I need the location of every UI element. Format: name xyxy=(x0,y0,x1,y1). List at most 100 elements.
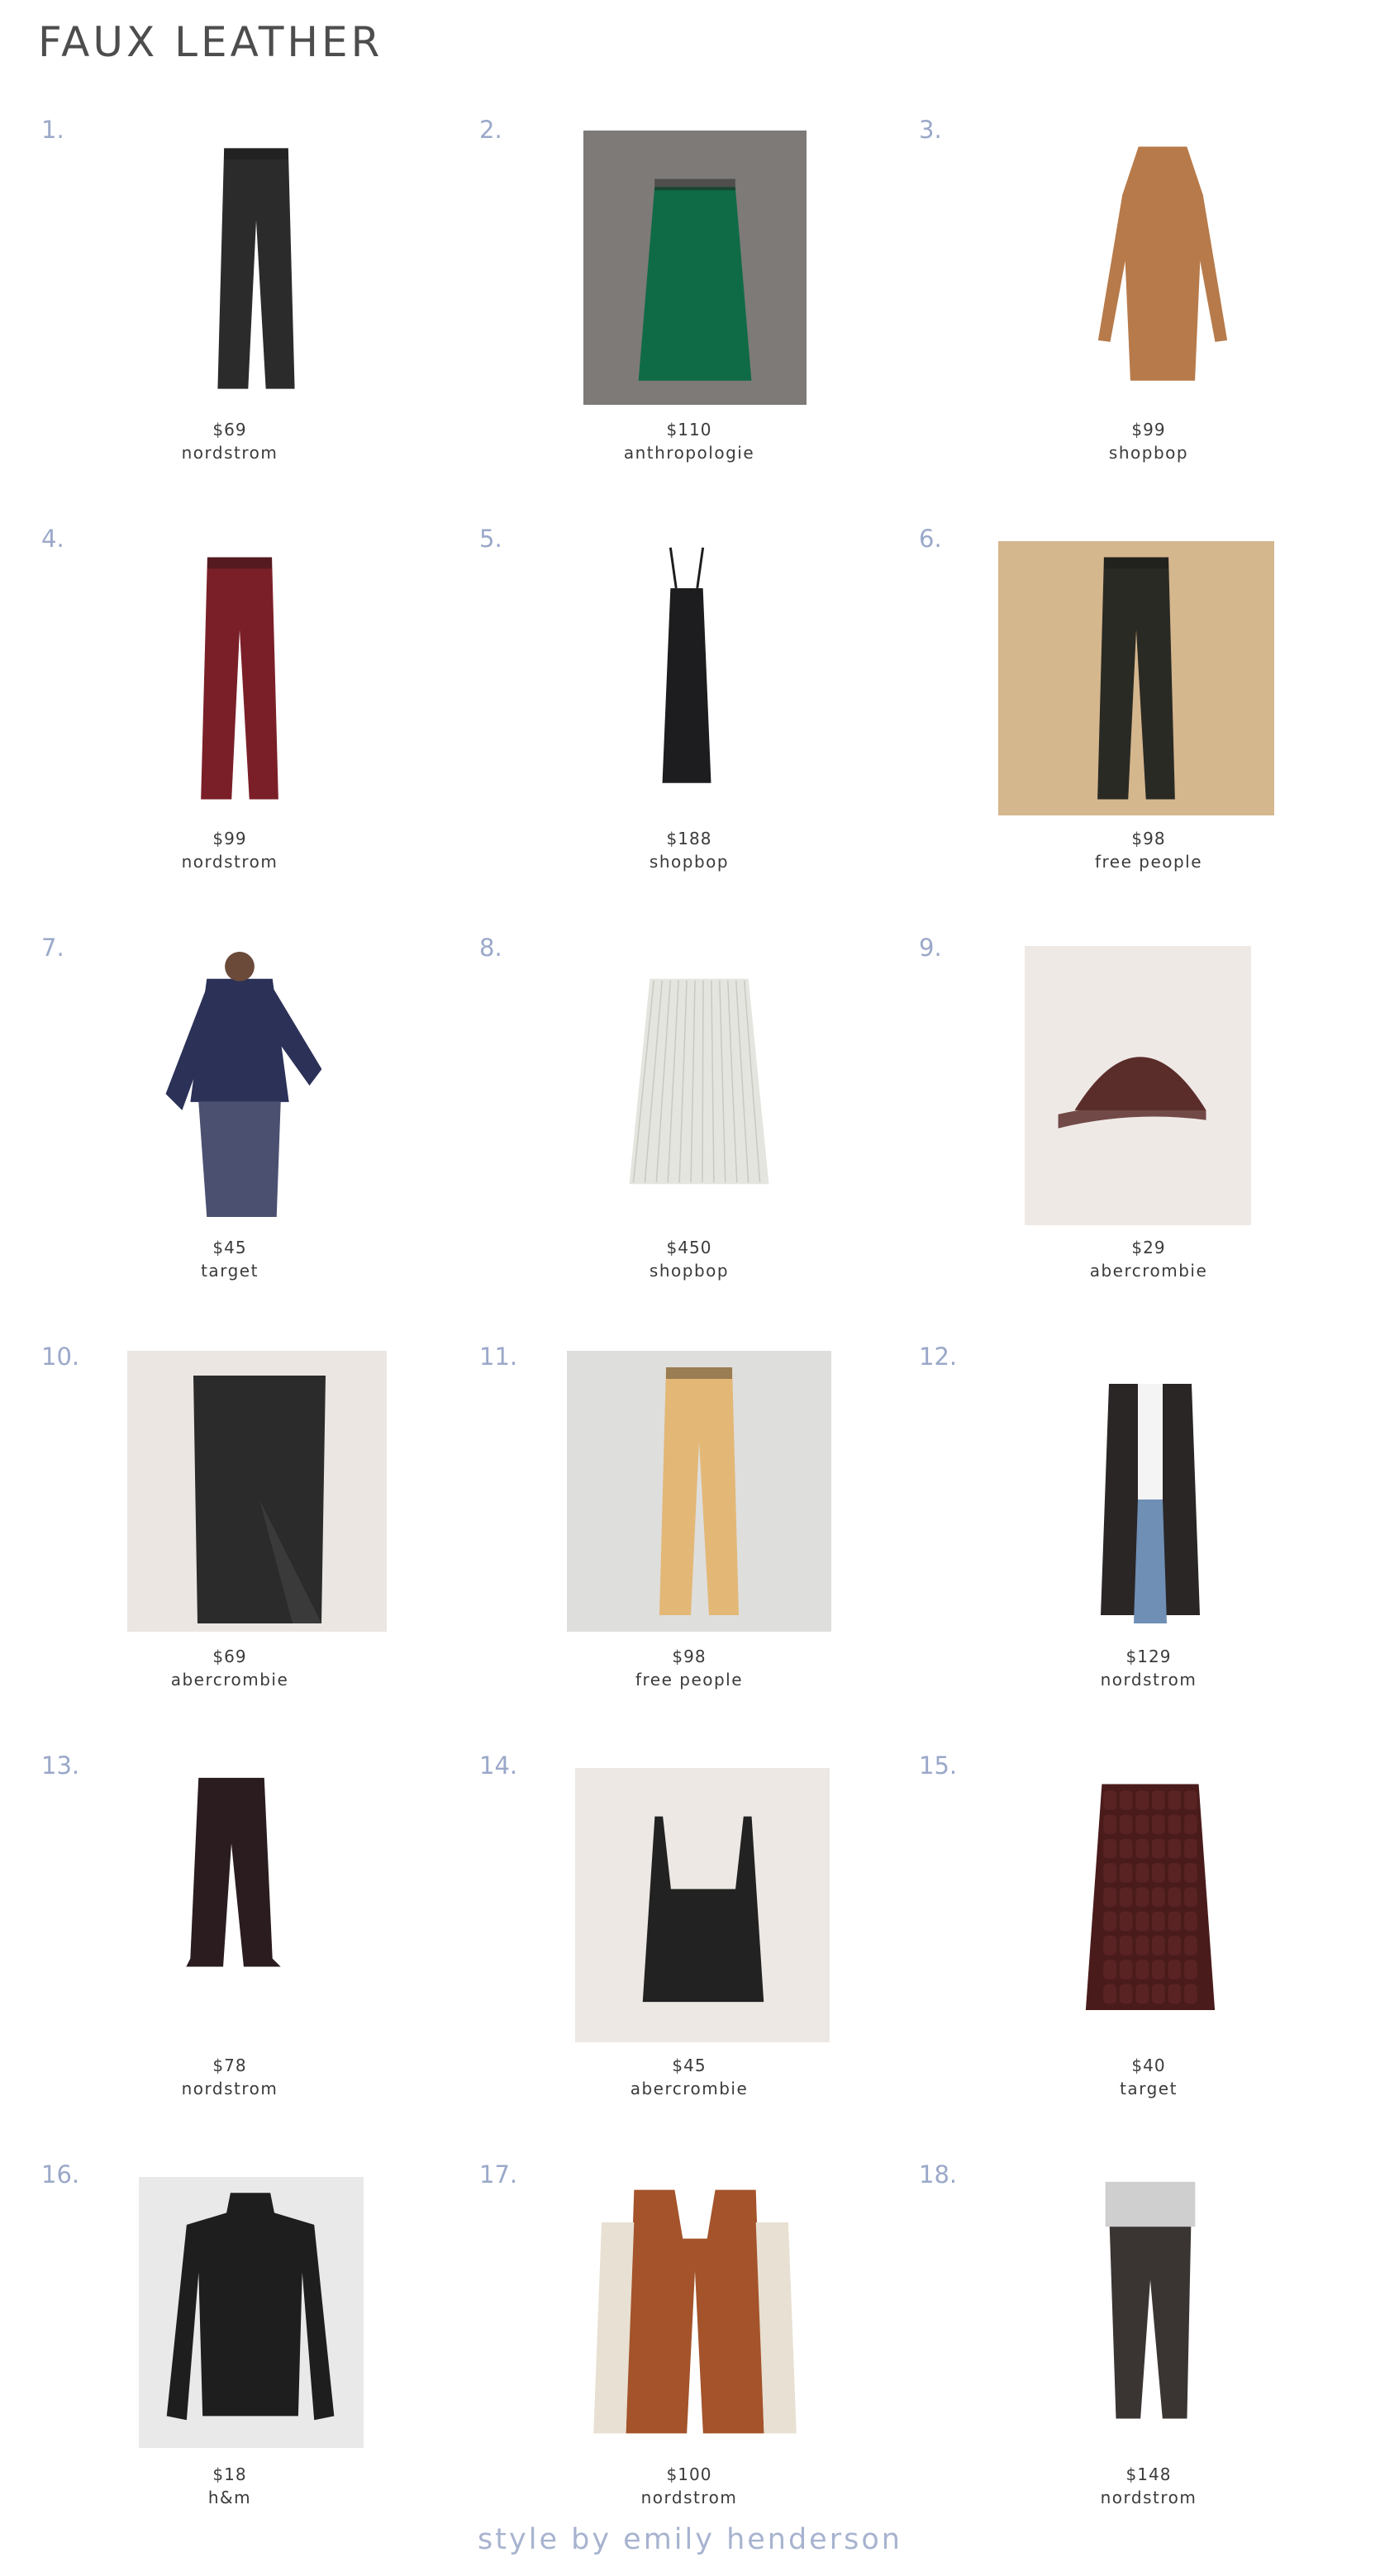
product-image[interactable] xyxy=(1059,1351,1241,1632)
product-image[interactable] xyxy=(140,1761,322,2041)
store-link[interactable]: target xyxy=(0,1261,459,1281)
store-link[interactable]: nordstrom xyxy=(0,443,459,463)
tan-pants-icon xyxy=(659,1367,739,1615)
product-card[interactable]: 8. $450 shopbop xyxy=(459,934,919,1342)
burgundy-trousers-icon xyxy=(201,557,278,800)
product-price: $188 xyxy=(666,829,712,848)
product-image[interactable] xyxy=(1059,2174,1241,2451)
store-link[interactable]: nordstrom xyxy=(919,2488,1378,2507)
store-link[interactable]: h&m xyxy=(0,2488,459,2507)
product-card[interactable]: 15. $40 target xyxy=(919,1751,1378,2160)
product-card[interactable]: 10. $69 abercrombie xyxy=(0,1343,459,1751)
product-card[interactable]: 12. $129 nordstrom xyxy=(919,1343,1378,1751)
flare-pants-icon xyxy=(1097,557,1175,800)
item-number: 4. xyxy=(41,525,64,553)
store-link[interactable]: abercrombie xyxy=(919,1261,1378,1281)
item-number: 14. xyxy=(479,1751,518,1780)
pleated-skirt-icon xyxy=(629,978,769,1185)
product-price: $98 xyxy=(1131,829,1166,848)
croc-midi-skirt-icon xyxy=(1085,1784,1216,2010)
product-card[interactable]: 5. $188 shopbop xyxy=(459,525,919,933)
item-number: 7. xyxy=(41,934,64,962)
store-link[interactable]: abercrombie xyxy=(0,1670,459,1690)
product-price: $98 xyxy=(672,1647,707,1666)
store-link[interactable]: anthropologie xyxy=(459,443,919,463)
item-number: 16. xyxy=(41,2160,80,2189)
product-card[interactable]: 7. $45 target xyxy=(0,934,459,1342)
product-card[interactable]: 14. $45 abercrombie xyxy=(459,1751,919,2160)
item-number: 15. xyxy=(919,1751,958,1780)
product-grid: 1. $69 nordstrom 2. $110 anthropologie 3. $99 sh… xyxy=(0,0,1380,2576)
store-link[interactable]: free people xyxy=(919,852,1378,872)
item-number: 5. xyxy=(479,525,502,553)
pencil-skirt-icon xyxy=(193,1376,326,1623)
item-number: 13. xyxy=(41,1751,80,1780)
product-price: $450 xyxy=(666,1238,712,1257)
item-number: 1. xyxy=(41,116,64,144)
product-card[interactable]: 11. $98 free people xyxy=(459,1343,919,1751)
item-number: 10. xyxy=(41,1343,80,1371)
product-card[interactable]: 17. $100 nordstrom xyxy=(459,2160,919,2569)
product-card[interactable]: 6. $98 free people xyxy=(919,525,1378,933)
product-image[interactable] xyxy=(139,2177,364,2448)
store-link[interactable]: nordstrom xyxy=(0,2079,459,2098)
product-image[interactable] xyxy=(625,539,749,815)
product-price: $129 xyxy=(1125,1647,1172,1666)
product-price: $148 xyxy=(1125,2464,1172,2484)
store-link[interactable]: nordstrom xyxy=(459,2488,919,2507)
product-image[interactable] xyxy=(616,946,782,1225)
product-price: $110 xyxy=(666,420,712,440)
store-link[interactable]: abercrombie xyxy=(459,2079,919,2098)
product-image[interactable] xyxy=(127,1351,387,1632)
item-number: 8. xyxy=(479,934,502,962)
product-card[interactable]: 3. $99 shopbop xyxy=(919,116,1378,524)
product-card[interactable]: 4. $99 nordstrom xyxy=(0,525,459,933)
item-number: 3. xyxy=(919,116,942,144)
item-number: 11. xyxy=(479,1343,518,1371)
product-card[interactable]: 18. $148 nordstrom xyxy=(919,2160,1378,2569)
product-image[interactable] xyxy=(132,946,347,1225)
store-link[interactable]: shopbop xyxy=(459,852,919,872)
puffer-vest-icon xyxy=(593,2189,797,2434)
product-price: $99 xyxy=(1131,420,1166,440)
item-number: 17. xyxy=(479,2160,518,2189)
camel-shirt-dress-icon xyxy=(1097,146,1228,381)
leather-pants-icon xyxy=(217,148,295,389)
product-price: $40 xyxy=(1131,2056,1166,2075)
product-card[interactable]: 1. $69 nordstrom xyxy=(0,116,459,524)
product-image[interactable] xyxy=(1025,946,1251,1225)
jogger-pants-icon xyxy=(1105,2181,1196,2419)
store-link[interactable]: shopbop xyxy=(919,443,1378,463)
product-card[interactable]: 9. $29 abercrombie xyxy=(919,934,1378,1342)
product-image[interactable] xyxy=(165,132,347,405)
product-image[interactable] xyxy=(149,541,331,815)
product-image[interactable] xyxy=(998,541,1274,815)
product-image[interactable] xyxy=(567,1351,831,1632)
product-image[interactable] xyxy=(583,131,807,405)
product-image[interactable] xyxy=(1059,1768,1241,2042)
item-number: 2. xyxy=(479,116,502,144)
product-price: $78 xyxy=(212,2056,247,2075)
product-card[interactable]: 13. $78 nordstrom xyxy=(0,1751,459,2160)
green-croc-skirt-icon xyxy=(638,178,752,381)
product-price: $69 xyxy=(212,1647,247,1666)
store-link[interactable]: shopbop xyxy=(459,1261,919,1281)
blazer-icon xyxy=(1101,1384,1200,1623)
slip-dress-icon xyxy=(662,547,711,783)
store-link[interactable]: target xyxy=(919,2079,1378,2098)
store-link[interactable]: nordstrom xyxy=(919,1670,1378,1690)
product-card[interactable]: 16. $18 h&m xyxy=(0,2160,459,2569)
product-image[interactable] xyxy=(575,1768,830,2042)
product-price: $45 xyxy=(212,1238,247,1257)
product-card[interactable]: 2. $110 anthropologie xyxy=(459,116,919,524)
cropped-flare-pants-icon xyxy=(186,1777,281,1967)
store-link[interactable]: nordstrom xyxy=(0,852,459,872)
product-image[interactable] xyxy=(583,2174,807,2450)
mock-neck-top-icon xyxy=(166,2193,335,2421)
store-link[interactable]: free people xyxy=(459,1670,919,1690)
product-image[interactable] xyxy=(1072,131,1254,405)
baseball-cap-icon xyxy=(1058,1057,1206,1129)
product-price: $69 xyxy=(212,420,247,440)
item-number: 6. xyxy=(919,525,942,553)
product-price: $100 xyxy=(666,2464,712,2484)
